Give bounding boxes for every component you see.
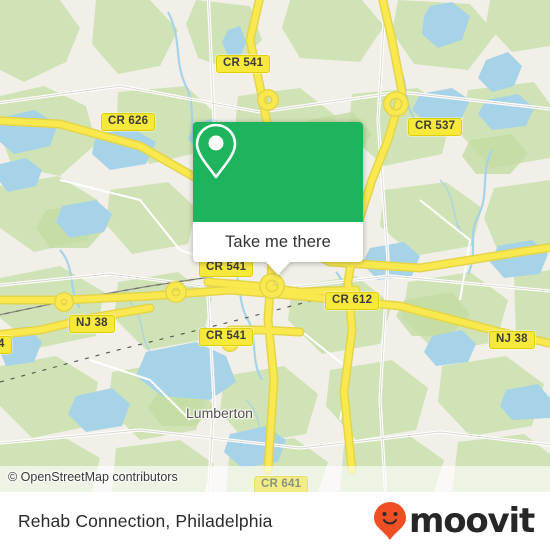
popup-icon-area [193, 122, 363, 222]
road-shield: 4 [0, 336, 12, 354]
location-title: Rehab Connection, Philadelphia [18, 510, 273, 531]
road-shield: CR 541 [199, 328, 254, 346]
take-me-there-button[interactable]: Take me there [193, 222, 363, 262]
moovit-pin-smiley-icon [373, 502, 406, 540]
map-canvas[interactable]: CR 541 CR 626 CR 537 CR 541 CR 612 NJ 38… [0, 0, 550, 492]
moovit-map-screenshot: CR 541 CR 626 CR 537 CR 541 CR 612 NJ 38… [0, 0, 550, 550]
moovit-logo[interactable]: moovit [373, 501, 535, 541]
road-shield: CR 612 [325, 292, 380, 310]
map-attribution[interactable]: © OpenStreetMap contributors [8, 470, 178, 484]
footer-bar: Rehab Connection, Philadelphia moovit [0, 492, 550, 550]
road-shield: NJ 38 [69, 315, 115, 333]
popup-pointer [265, 261, 291, 275]
road-shield: CR 626 [101, 113, 156, 131]
place-label-lumberton: Lumberton [186, 405, 253, 421]
take-me-there-label: Take me there [225, 232, 331, 251]
moovit-wordmark: moovit [408, 501, 535, 541]
road-shield: CR 641 [254, 476, 309, 492]
road-shield: NJ 38 [489, 331, 535, 349]
map-pin-icon [195, 123, 237, 179]
road-shield: CR 541 [216, 55, 271, 73]
location-popup-card[interactable]: Take me there [193, 122, 363, 275]
road-shield: CR 537 [408, 118, 463, 136]
